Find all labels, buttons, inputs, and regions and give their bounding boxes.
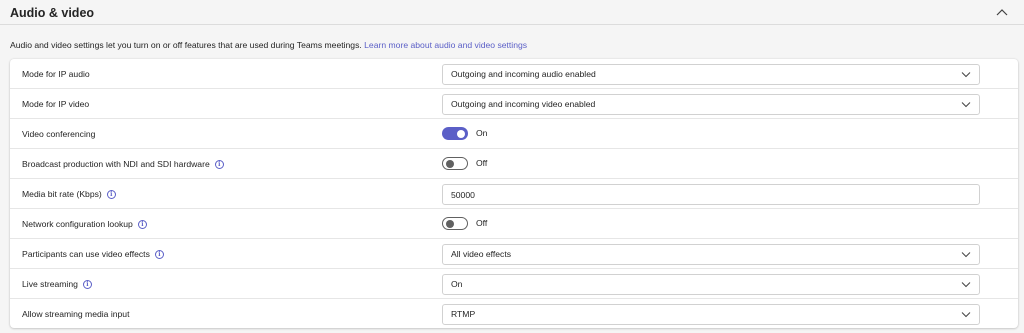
setting-label: Video conferencing — [22, 129, 96, 139]
setting-label-text: Media bit rate (Kbps) — [22, 189, 102, 199]
setting-label: Participants can use video effects i — [22, 239, 164, 269]
setting-row-media-bit-rate: Media bit rate (Kbps) i — [10, 179, 1018, 209]
video-conferencing-toggle[interactable] — [442, 127, 468, 140]
section-header[interactable]: Audio & video — [0, 0, 1024, 25]
info-icon[interactable]: i — [106, 190, 116, 200]
setting-label-text: Live streaming — [22, 279, 78, 289]
setting-row-ip-audio: Mode for IP audio Outgoing and incoming … — [10, 59, 1018, 89]
info-icon[interactable]: i — [137, 220, 147, 230]
toggle-knob — [457, 129, 465, 138]
setting-row-video-effects: Participants can use video effects i All … — [10, 239, 1018, 269]
setting-row-live-streaming: Live streaming i On — [10, 269, 1018, 299]
setting-label: Network configuration lookup i — [22, 209, 147, 239]
setting-row-ip-video: Mode for IP video Outgoing and incoming … — [10, 89, 1018, 119]
setting-label: Media bit rate (Kbps) i — [22, 179, 116, 209]
description-text: Audio and video settings let you turn on… — [10, 40, 362, 50]
streaming-media-input-dropdown[interactable]: RTMP — [442, 304, 980, 325]
broadcast-production-toggle[interactable] — [442, 157, 468, 170]
setting-label-text: Broadcast production with NDI and SDI ha… — [22, 159, 210, 169]
network-config-lookup-toggle[interactable] — [442, 217, 468, 230]
learn-more-link[interactable]: Learn more about audio and video setting… — [364, 40, 527, 50]
setting-row-video-conferencing: Video conferencing On — [10, 119, 1018, 149]
setting-label-text: Network configuration lookup — [22, 219, 133, 229]
media-bit-rate-field — [442, 184, 980, 205]
settings-card: Mode for IP audio Outgoing and incoming … — [10, 59, 1018, 328]
video-effects-dropdown[interactable]: All video effects — [442, 244, 980, 265]
setting-row-streaming-media-input: Allow streaming media input RTMP — [10, 299, 1018, 329]
section-title: Audio & video — [10, 6, 95, 20]
chevron-up-icon[interactable] — [996, 8, 1008, 17]
toggle-state-text: Off — [476, 218, 488, 228]
setting-label: Live streaming i — [22, 269, 92, 299]
info-icon[interactable]: i — [154, 250, 164, 260]
setting-label: Allow streaming media input — [22, 309, 130, 319]
ip-video-dropdown[interactable]: Outgoing and incoming video enabled — [442, 94, 980, 115]
chevron-down-icon — [961, 312, 971, 318]
setting-label: Mode for IP video — [22, 99, 90, 109]
dropdown-value: RTMP — [451, 309, 476, 319]
dropdown-value: Outgoing and incoming audio enabled — [451, 69, 596, 79]
toggle-knob — [445, 159, 454, 168]
setting-row-broadcast-production: Broadcast production with NDI and SDI ha… — [10, 149, 1018, 179]
info-icon[interactable]: i — [214, 160, 224, 170]
toggle-state-text: On — [476, 128, 488, 138]
setting-label-text: Participants can use video effects — [22, 249, 150, 259]
chevron-down-icon — [961, 102, 971, 108]
dropdown-value: Outgoing and incoming video enabled — [451, 99, 596, 109]
chevron-down-icon — [961, 282, 971, 288]
toggle-state-text: Off — [476, 158, 488, 168]
section-description: Audio and video settings let you turn on… — [10, 40, 527, 50]
info-icon[interactable]: i — [82, 280, 92, 290]
setting-row-network-config-lookup: Network configuration lookup i Off — [10, 209, 1018, 239]
chevron-down-icon — [961, 72, 971, 78]
setting-label: Broadcast production with NDI and SDI ha… — [22, 149, 224, 179]
ip-audio-dropdown[interactable]: Outgoing and incoming audio enabled — [442, 64, 980, 85]
live-streaming-dropdown[interactable]: On — [442, 274, 980, 295]
toggle-knob — [445, 219, 454, 228]
chevron-down-icon — [961, 252, 971, 258]
media-bit-rate-input[interactable] — [443, 185, 979, 204]
dropdown-value: All video effects — [451, 249, 512, 259]
dropdown-value: On — [451, 279, 463, 289]
setting-label: Mode for IP audio — [22, 69, 90, 79]
